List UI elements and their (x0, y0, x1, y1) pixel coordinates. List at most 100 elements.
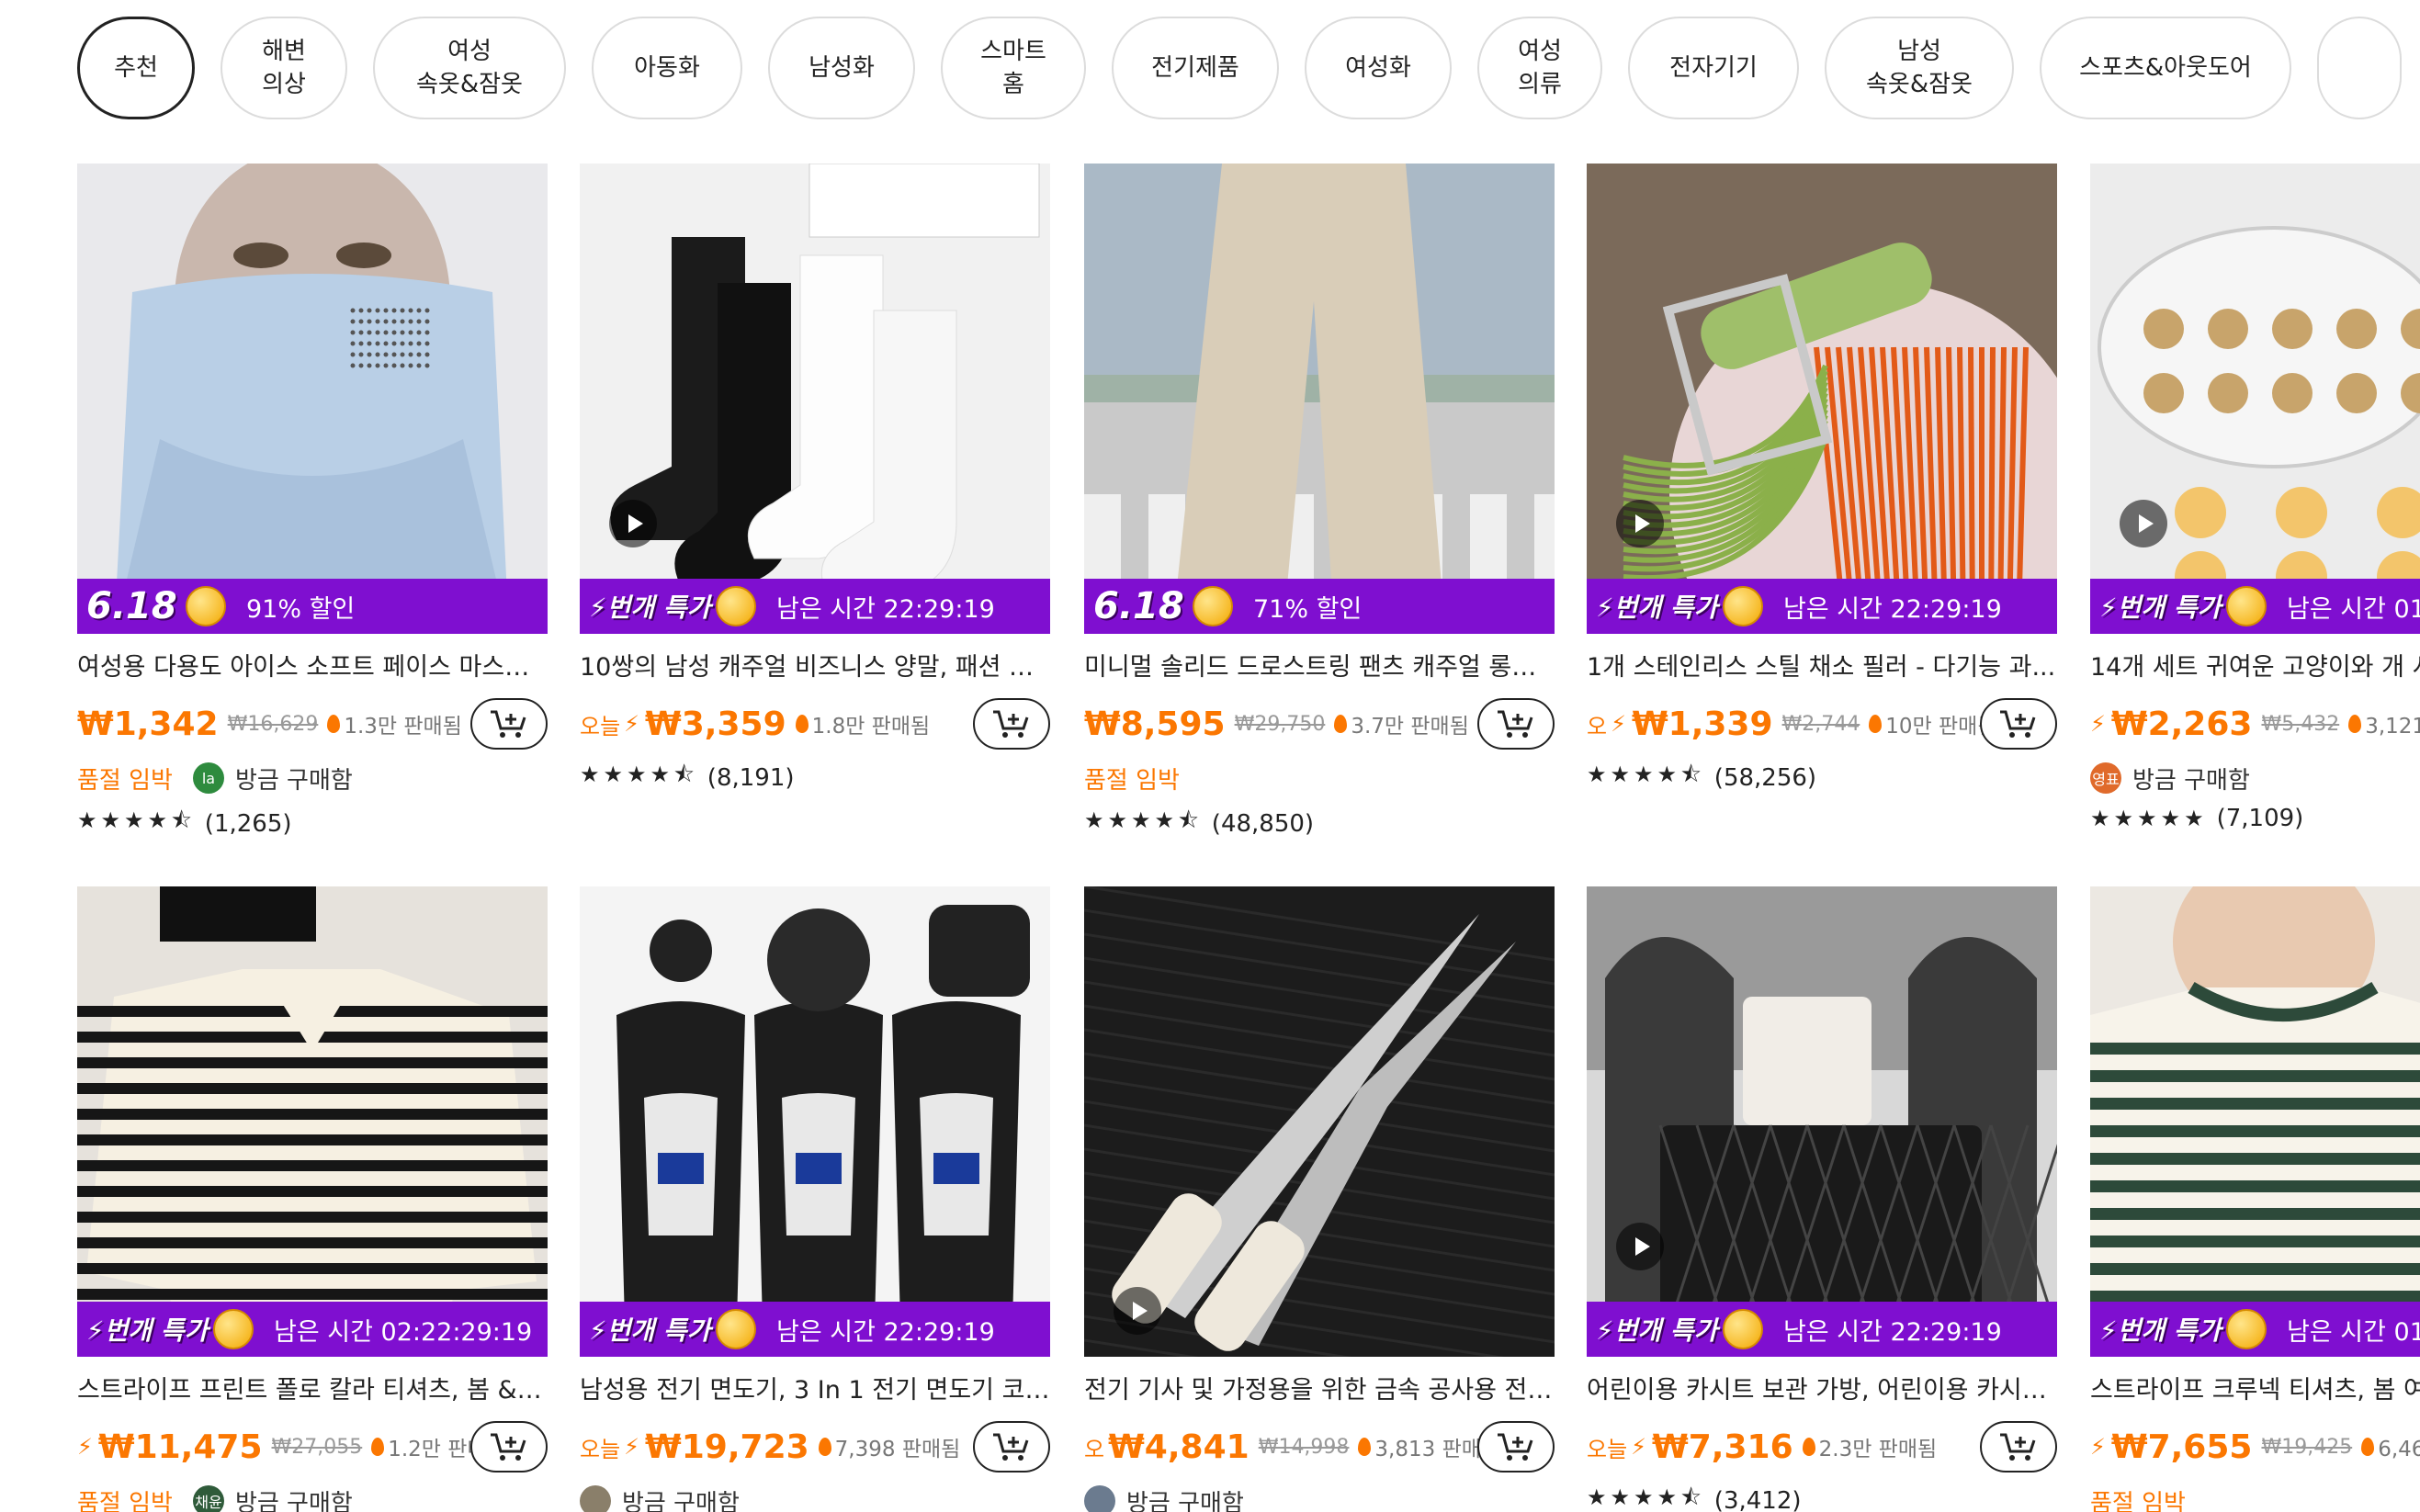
product-title[interactable]: 14개 세트 귀여운 고양이와 개 시... (2090, 650, 2420, 685)
category-chip[interactable]: 스포츠&아웃도어 (2040, 17, 2291, 119)
add-to-cart-button[interactable] (1477, 698, 1555, 750)
deal-badge: ⚡번개 특가 (2090, 1302, 2274, 1357)
flame-icon (2348, 715, 2362, 733)
product-card[interactable]: ⚡번개 특가 남은 시간 01: 14개 세트 귀여운 고양이와 개 시... ⚡₩2… (2090, 164, 2420, 832)
product-price: ₩8,595 (1084, 705, 1226, 743)
play-video-icon[interactable] (2120, 500, 2167, 547)
category-chip[interactable]: 여성화 (1305, 17, 1452, 119)
category-chip[interactable]: 여성 의류 (1477, 17, 1602, 119)
category-chip[interactable]: 전자기기 (1628, 17, 1799, 119)
product-image[interactable]: ⚡번개 특가 남은 시간 01: (2090, 886, 2420, 1357)
product-card[interactable]: 6.18 91% 할인여성용 다용도 아이스 소프트 페이스 마스크 ... ₩1,… (77, 164, 548, 842)
product-title[interactable]: 10쌍의 남성 캐주얼 비즈니스 양말, 패션 다... (580, 650, 1050, 685)
add-to-cart-button[interactable] (973, 698, 1050, 750)
category-chip[interactable]: 추천 (77, 17, 195, 119)
product-title[interactable]: 1개 스테인리스 스틸 채소 필러 - 다기능 과... (1587, 650, 2057, 685)
add-to-cart-button[interactable] (470, 698, 548, 750)
deal-badge-label: ⚡번개 특가 (2099, 1315, 2222, 1346)
category-chip-label: 여성 의류 (1518, 38, 1562, 98)
category-chip[interactable]: 남성 속옷&잠옷 (1825, 17, 2014, 119)
product-title[interactable]: 남성용 전기 면도기, 3 In 1 전기 면도기 코 ... (580, 1373, 1050, 1408)
coin-icon (716, 1309, 756, 1349)
deal-badge: ⚡번개 특가 (580, 579, 763, 634)
product-title[interactable]: 스트라이프 크루넥 티셔츠, 봄 여름 (2090, 1373, 2420, 1408)
add-to-cart-button[interactable] (1980, 1421, 2057, 1473)
flame-icon (1869, 715, 1883, 733)
coin-icon (2226, 1309, 2267, 1349)
category-chip[interactable]: 여성 속옷&잠옷 (373, 17, 566, 119)
add-to-cart-button[interactable] (1980, 698, 2057, 750)
bolt-icon: ⚡ (624, 711, 640, 737)
product-title[interactable]: 전기 기사 및 가정용을 위한 금속 공사용 전기... (1084, 1373, 1555, 1408)
product-image[interactable]: ⚡번개 특가 남은 시간 01: (2090, 164, 2420, 634)
play-video-icon[interactable] (1616, 500, 1664, 547)
category-chip[interactable]: 전기제품 (1112, 17, 1279, 119)
product-title[interactable]: 어린이용 카시트 보관 가방, 어린이용 카시트 ... (1587, 1373, 2057, 1408)
product-photo (580, 164, 1050, 634)
price-row: 오늘 ⚡ ₩7,316 2.3만 판매됨 (1587, 1421, 2057, 1473)
category-chip[interactable]: 남성화 (768, 17, 915, 119)
bolt-icon: ⚡ (2090, 1434, 2106, 1460)
category-chip[interactable]: 해변 의상 (221, 17, 347, 119)
product-image[interactable]: ⚡번개 특가 남은 시간 02:22:29:19 (77, 886, 548, 1357)
category-chip-label: 스포츠&아웃도어 (2079, 54, 2252, 82)
product-image[interactable]: ⚡번개 특가 남은 시간 22:29:19 (580, 886, 1050, 1357)
product-title[interactable]: 여성용 다용도 아이스 소프트 페이스 마스크 ... (77, 650, 548, 685)
price-row: 오 ₩4,841 ₩14,998 3,813 판매됨 (1084, 1421, 1555, 1473)
rating-row: ★★★★⯪ (8,191) (580, 759, 1050, 796)
product-card[interactable]: ⚡번개 특가 남은 시간 22:29:19 10쌍의 남성 캐주얼 비즈니스 양말,… (580, 164, 1050, 796)
product-image[interactable]: ⚡번개 특가 남은 시간 22:29:19 (580, 164, 1050, 634)
bolt-icon: ⚡ (624, 1434, 640, 1460)
status-row: 품절 임박 채윤 방금 구매함 (77, 1484, 548, 1512)
category-bar: 추천 해변 의상 여성 속옷&잠옷 아동화 남성화 스마트 홈 전기제품 여성화 여성 의류 전자… (77, 17, 2402, 119)
product-card[interactable]: ⚡번개 특가 남은 시간 01: 스트라이프 크루넥 티셔츠, 봄 여름 ⚡ ₩7,65… (2090, 886, 2420, 1512)
product-card[interactable]: 전기 기사 및 가정용을 위한 금속 공사용 전기... 오 ₩4,841 ₩14,9… (1084, 886, 1555, 1512)
add-to-cart-button[interactable] (973, 1421, 1050, 1473)
rating-row: ★★★★⯪ (3,412) (1587, 1482, 2057, 1512)
just-bought-label: 방금 구매함 (622, 1489, 740, 1512)
price-row: ₩1,342 ₩16,629 1.3만 판매됨 (77, 698, 548, 750)
flame-icon (327, 715, 341, 733)
product-title[interactable]: 미니멀 솔리드 드로스트링 팬츠 캐주얼 롱기... (1084, 650, 1555, 685)
deal-banner: 6.18 71% 할인 (1084, 579, 1555, 634)
deal-badge: 6.18 (77, 579, 233, 634)
coin-icon (716, 586, 756, 626)
price-row: ⚡ ₩11,475 ₩27,055 1.2만 판매됨 (77, 1421, 548, 1473)
add-to-cart-button[interactable] (1477, 1421, 1555, 1473)
original-price: ₩19,425 (2261, 1435, 2353, 1459)
price-row: ⚡₩7,655 ₩19,425 6,464 판 (2090, 1421, 2420, 1473)
product-card[interactable]: ⚡번개 특가 남은 시간 22:29:19 남성용 전기 면도기, 3 In 1 전… (580, 886, 1050, 1512)
category-chip[interactable]: 아동화 (592, 17, 742, 119)
product-image[interactable]: ⚡번개 특가 남은 시간 22:29:19 (1587, 164, 2057, 634)
category-chip[interactable]: 스마트 홈 (941, 17, 1086, 119)
cart-plus-icon (491, 710, 526, 738)
just-bought-label: 방금 구매함 (234, 766, 353, 795)
almost-sold-out-label: 품절 임박 (77, 1489, 173, 1512)
product-price: ₩4,841 (1108, 1427, 1250, 1466)
deal-badge: ⚡번개 특가 (77, 1302, 261, 1357)
product-card[interactable]: 6.18 71% 할인미니멀 솔리드 드로스트링 팬츠 캐주얼 롱기... ₩8,5… (1084, 164, 1555, 842)
deal-banner: 6.18 91% 할인 (77, 579, 548, 634)
deal-badge: 6.18 (1084, 579, 1240, 634)
play-video-icon[interactable] (609, 500, 657, 547)
sold-count: 1.8만 판매됨 (811, 715, 931, 739)
bolt-icon: ⚡ (2090, 711, 2106, 737)
product-image[interactable]: ⚡번개 특가 남은 시간 22:29:19 (1587, 886, 2057, 1357)
product-image[interactable]: 6.18 91% 할인 (77, 164, 548, 634)
add-to-cart-button[interactable] (470, 1421, 548, 1473)
rating-stars: ★★★★★ (2090, 806, 2208, 831)
product-card[interactable]: ⚡번개 특가 남은 시간 02:22:29:19 스트라이프 프린트 폴로 칼라 티… (77, 886, 548, 1512)
product-card[interactable]: ⚡번개 특가 남은 시간 22:29:19 1개 스테인리스 스틸 채소 필러 - … (1587, 164, 2057, 796)
product-card[interactable]: ⚡번개 특가 남은 시간 22:29:19 어린이용 카시트 보관 가방, 어린이용… (1587, 886, 2057, 1512)
product-image[interactable] (1084, 886, 1555, 1357)
deal-badge: ⚡번개 특가 (1587, 579, 1770, 634)
cart-plus-icon (993, 710, 1029, 738)
product-title[interactable]: 스트라이프 프린트 폴로 칼라 티셔츠, 봄 & ... (77, 1373, 548, 1408)
flame-icon (2361, 1438, 2375, 1456)
product-image[interactable]: 6.18 71% 할인 (1084, 164, 1555, 634)
category-chip-label: 전기제품 (1151, 54, 1239, 82)
category-chip-more[interactable] (2317, 17, 2402, 119)
play-video-icon[interactable] (1616, 1223, 1664, 1270)
product-photo (2090, 164, 2420, 634)
play-video-icon[interactable] (1114, 1287, 1161, 1335)
